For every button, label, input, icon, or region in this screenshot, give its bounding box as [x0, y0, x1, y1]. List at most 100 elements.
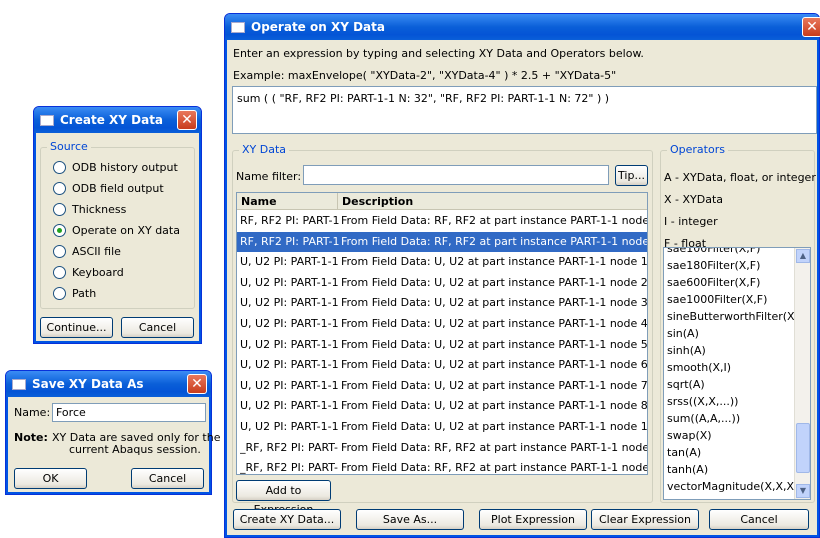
operator-item[interactable]: vectorMagnitude(X,X,X) — [664, 478, 810, 495]
create-xy-data-dialog: Create XY Data ✕ Source ODB history outp… — [33, 106, 202, 344]
close-icon[interactable]: ✕ — [187, 374, 207, 394]
source-group-label: Source — [47, 140, 91, 153]
table-row[interactable]: RF, RF2 PI: PART-1- From Field Data: RF, … — [237, 231, 647, 252]
create-cancel-button[interactable]: Cancel — [121, 317, 194, 338]
operator-item[interactable]: swap(X) — [664, 427, 810, 444]
xy-data-group-label: XY Data — [239, 143, 290, 156]
name-filter-label: Name filter: — [236, 170, 302, 183]
continue-button[interactable]: Continue... — [40, 317, 113, 338]
name-field[interactable]: Force — [52, 403, 206, 422]
table-row[interactable]: U, U2 PI: PART-1-1 From Field Data: U, U2… — [237, 293, 647, 313]
operator-item[interactable]: sineButterworthFilter(X,F) — [664, 308, 810, 325]
operator-item[interactable]: sae600Filter(X,F) — [664, 274, 810, 291]
operator-item[interactable]: sin(A) — [664, 325, 810, 342]
row-description: From Field Data: RF, RF2 at part instanc… — [341, 461, 647, 475]
create-dialog-titlebar[interactable]: Create XY Data ✕ — [34, 107, 201, 133]
operator-item[interactable]: sae180Filter(X,F) — [664, 257, 810, 274]
operator-item[interactable]: sae100Filter(X,F) — [664, 248, 810, 257]
close-icon[interactable]: ✕ — [802, 17, 820, 37]
save-cancel-button[interactable]: Cancel — [131, 468, 204, 489]
row-description: From Field Data: U, U2 at part instance … — [341, 255, 647, 269]
save-as-button[interactable]: Save As... — [356, 509, 464, 530]
name-label: Name: — [14, 406, 51, 419]
table-row[interactable]: _RF, RF2 PI: PART- From Field Data: RF, R… — [237, 458, 647, 475]
operator-item[interactable]: sum((A,A,...)) — [664, 410, 810, 427]
operator-item[interactable]: sae1000Filter(X,F) — [664, 291, 810, 308]
table-row[interactable]: U, U2 PI: PART-1-1 From Field Data: U, U2… — [237, 273, 647, 293]
table-row[interactable]: U, U2 PI: PART-1-1 From Field Data: U, U2… — [237, 417, 647, 437]
operators-list: sae100Filter(X,F) sae180Filter(X,F) sae600… — [663, 247, 811, 500]
table-row[interactable]: _RF, RF2 PI: PART- From Field Data: RF, R… — [237, 438, 647, 458]
radio-label: Operate on XY data — [72, 223, 180, 237]
plot-expression-button[interactable]: Plot Expression — [479, 509, 587, 530]
radio-odb-history-output[interactable]: ODB history output — [53, 158, 178, 176]
row-description: From Field Data: U, U2 at part instance … — [341, 420, 647, 433]
operate-dialog-titlebar[interactable]: Operate on XY Data ✕ — [225, 14, 820, 40]
operator-item[interactable]: sinh(A) — [664, 342, 810, 359]
operate-dialog-title: Operate on XY Data — [251, 20, 385, 34]
radio-icon — [53, 286, 66, 300]
save-dialog-titlebar[interactable]: Save XY Data As ✕ — [6, 371, 211, 397]
scroll-up-icon[interactable]: ▲ — [796, 249, 810, 263]
row-name: RF, RF2 PI: PART-1- — [240, 214, 340, 227]
table-row[interactable]: U, U2 PI: PART-1-1 From Field Data: U, U2… — [237, 396, 647, 416]
radio-thickness[interactable]: Thickness — [53, 200, 126, 218]
row-description: From Field Data: U, U2 at part instance … — [341, 296, 647, 310]
window-icon — [231, 21, 245, 33]
table-row[interactable]: U, U2 PI: PART-1-1 From Field Data: U, U2… — [237, 252, 647, 272]
table-row[interactable]: U, U2 PI: PART-1-1 From Field Data: U, U2… — [237, 355, 647, 375]
radio-label: Path — [72, 286, 97, 300]
example-text: Example: maxEnvelope( "XYData-2", "XYDat… — [233, 69, 617, 82]
operator-item[interactable]: tan(A) — [664, 444, 810, 461]
operator-item[interactable]: smooth(X,I) — [664, 359, 810, 376]
operators-group-label: Operators — [667, 143, 728, 156]
column-header-description[interactable]: Description — [338, 193, 647, 210]
legend-i: I - integer — [664, 215, 718, 228]
ok-button[interactable]: OK — [14, 468, 87, 489]
radio-operate-on-xy-data[interactable]: Operate on XY data — [53, 221, 180, 239]
operator-item[interactable]: tanh(A) — [664, 461, 810, 478]
operator-items: sae100Filter(X,F) sae180Filter(X,F) sae600… — [664, 248, 810, 495]
save-dialog-title: Save XY Data As — [32, 377, 144, 391]
table-row[interactable]: U, U2 PI: PART-1-1 From Field Data: U, U2… — [237, 335, 647, 355]
row-name: _RF, RF2 PI: PART- — [240, 461, 338, 475]
radio-label: Keyboard — [72, 265, 124, 279]
column-header-name[interactable]: Name — [237, 193, 338, 210]
table-row[interactable]: U, U2 PI: PART-1-1 From Field Data: U, U2… — [237, 376, 647, 396]
window-icon — [40, 114, 54, 126]
radio-keyboard[interactable]: Keyboard — [53, 263, 124, 281]
row-name: U, U2 PI: PART-1-1 — [240, 275, 339, 289]
radio-label: ODB history output — [72, 160, 178, 174]
operator-item[interactable]: sqrt(A) — [664, 376, 810, 393]
operators-group: Operators A - XYData, float, or integer … — [660, 143, 816, 503]
clear-expression-button[interactable]: Clear Expression — [591, 509, 699, 530]
radio-label: ODB field output — [72, 181, 164, 195]
xy-data-table: Name Description RF, RF2 PI: PART-1- From… — [236, 192, 648, 475]
radio-icon — [53, 244, 66, 258]
radio-icon — [53, 181, 66, 195]
add-to-expression-button[interactable]: Add to Expression — [236, 480, 331, 516]
row-description: From Field Data: U, U2 at part instance … — [341, 378, 647, 392]
expression-input[interactable]: sum ( ( "RF, RF2 PI: PART-1-1 N: 32", "R… — [232, 86, 817, 134]
table-row[interactable]: U, U2 PI: PART-1-1 From Field Data: U, U2… — [237, 314, 647, 334]
row-name: U, U2 PI: PART-1-1 — [240, 420, 339, 433]
create-xy-data-button[interactable]: Create XY Data... — [233, 509, 341, 530]
row-description: From Field Data: U, U2 at part instance … — [341, 358, 647, 372]
scroll-down-icon[interactable]: ▼ — [796, 484, 810, 498]
operator-item[interactable]: srss((X,X,...)) — [664, 393, 810, 410]
row-description: From Field Data: RF, RF2 at part instanc… — [341, 440, 647, 454]
radio-path[interactable]: Path — [53, 284, 96, 302]
operate-cancel-button[interactable]: Cancel — [709, 509, 809, 530]
radio-odb-field-output[interactable]: ODB field output — [53, 179, 164, 197]
row-description: From Field Data: U, U2 at part instance … — [341, 337, 647, 351]
row-name: U, U2 PI: PART-1-1 — [240, 399, 339, 413]
name-filter-input[interactable] — [303, 165, 609, 185]
scroll-thumb[interactable] — [796, 423, 810, 473]
table-row[interactable]: RF, RF2 PI: PART-1- From Field Data: RF, … — [237, 211, 647, 231]
operate-on-xy-data-dialog: Operate on XY Data ✕ Enter an expression… — [224, 13, 820, 538]
radio-selected-icon — [53, 223, 66, 237]
operators-scrollbar[interactable]: ▲ ▼ — [794, 248, 810, 499]
radio-ascii-file[interactable]: ASCII file — [53, 242, 121, 260]
close-icon[interactable]: ✕ — [177, 110, 197, 130]
tip-button[interactable]: Tip... — [615, 165, 648, 186]
